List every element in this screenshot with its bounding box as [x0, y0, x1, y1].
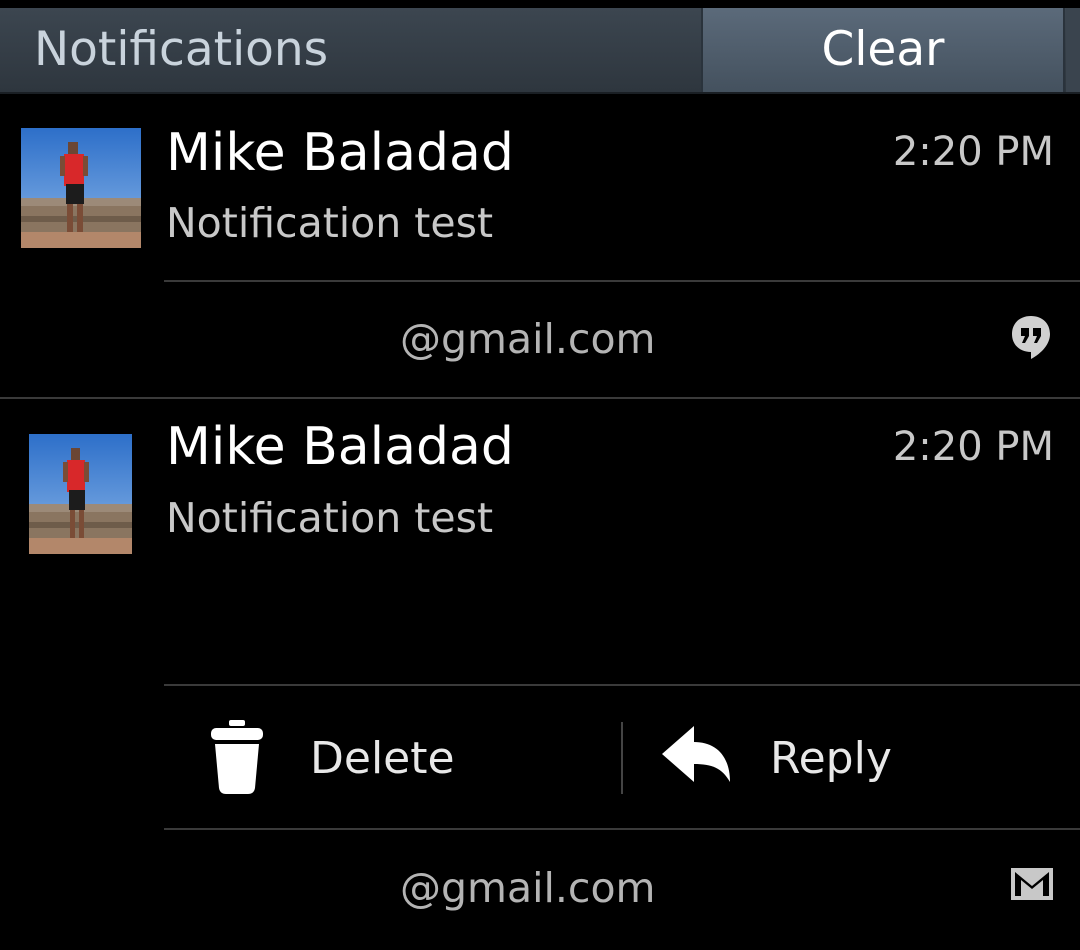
notification-item[interactable]: Mike Baladad 2:20 PM Notification test @…: [0, 92, 1080, 399]
divider: [164, 828, 1080, 830]
divider: [164, 684, 1080, 686]
delete-action-button[interactable]: Delete: [164, 698, 622, 818]
notification-header: Notifications Clear: [0, 8, 1080, 94]
message-text: Notification test: [166, 494, 494, 542]
clear-button[interactable]: Clear: [701, 8, 1065, 92]
timestamp: 2:20 PM: [892, 129, 1054, 175]
reply-label: Reply: [770, 733, 892, 784]
sender-name: Mike Baladad: [166, 417, 514, 477]
divider: [164, 280, 1080, 282]
action-separator: [621, 722, 623, 794]
reply-action-button[interactable]: Reply: [624, 698, 1080, 818]
account-email: @gmail.com: [400, 315, 656, 363]
gmail-icon: [1011, 868, 1053, 900]
sender-name: Mike Baladad: [166, 123, 514, 183]
delete-label: Delete: [310, 733, 455, 784]
hangouts-icon: [1010, 314, 1052, 360]
avatar: [21, 128, 141, 248]
header-title: Notifications: [34, 22, 329, 77]
timestamp: 2:20 PM: [892, 424, 1054, 470]
message-text: Notification test: [166, 199, 494, 247]
header-edge: [1066, 8, 1080, 92]
reply-icon: [662, 726, 730, 788]
trash-icon: [211, 720, 263, 794]
account-email: @gmail.com: [400, 864, 656, 912]
notification-item[interactable]: Mike Baladad 2:20 PM Notification test D…: [0, 398, 1080, 950]
avatar: [29, 434, 132, 554]
